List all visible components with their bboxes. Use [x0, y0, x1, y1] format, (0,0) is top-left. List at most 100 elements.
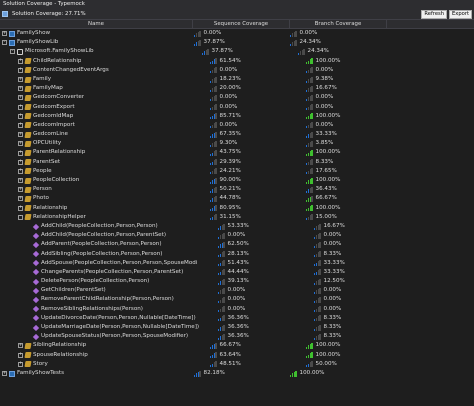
sequence-coverage-bar-icon — [218, 306, 225, 313]
collapse-icon[interactable]: - — [18, 215, 23, 220]
tree-row[interactable]: AddChild(PeopleCollection,Person,ParentS… — [0, 231, 474, 240]
sequence-coverage-value: 61.54% — [219, 57, 241, 64]
sequence-coverage-bar-icon — [210, 58, 217, 65]
expand-icon[interactable]: + — [18, 150, 23, 156]
tree-row[interactable]: + FamilyMap 20.00% 16.67% — [0, 84, 474, 93]
tree-row[interactable]: AddSibling(PeopleCollection,Person,Perso… — [0, 250, 474, 259]
tree-row-label: AddParent(PeopleCollection,Person,Person… — [41, 241, 162, 248]
tree-row[interactable]: + GedcomLine 67.35% 33.33% — [0, 130, 474, 139]
export-button[interactable]: Export — [449, 10, 472, 19]
tree-row[interactable]: + PeopleCollection 90.00% 100.00% — [0, 176, 474, 185]
tree-row[interactable]: + GedcomImport 0.00% 0.00% — [0, 121, 474, 130]
tree-row[interactable]: UpdateSpouseStatus(Person,Person,SpouseM… — [0, 332, 474, 341]
tree-row[interactable]: + FamilyShow 0.00% 0.00% — [0, 29, 474, 38]
expand-icon[interactable]: + — [18, 77, 23, 83]
expand-icon[interactable]: + — [18, 196, 23, 202]
branch-coverage-cell: 8.33% — [314, 323, 410, 332]
expand-icon[interactable]: + — [18, 104, 23, 110]
sequence-coverage-bar-icon — [210, 361, 217, 368]
tree-row[interactable]: + FamilyShowTests 82.18% 100.00% — [0, 369, 474, 378]
branch-coverage-value: 36.43% — [315, 186, 337, 193]
tree-row[interactable]: RemoveParentChildRelationship(Person,Per… — [0, 295, 474, 304]
tree-row[interactable]: AddSpouse(PeopleCollection,Person,Person… — [0, 259, 474, 268]
tree-row[interactable]: + Photo 44.78% 66.67% — [0, 194, 474, 203]
expand-icon[interactable]: + — [18, 362, 23, 367]
sequence-coverage-value: 53.33% — [227, 222, 249, 229]
tree-row[interactable]: + ContentChangedEventArgs 0.00% 0.00% — [0, 66, 474, 75]
expand-icon[interactable]: + — [18, 187, 23, 193]
expand-icon[interactable]: + — [18, 58, 23, 64]
sequence-coverage-cell: 0.00% — [218, 231, 314, 240]
expand-icon[interactable]: + — [18, 205, 23, 211]
tree-row[interactable]: + ParentSet 29.39% 8.33% — [0, 158, 474, 167]
tree-row[interactable]: + Relationship 80.95% 100.00% — [0, 204, 474, 213]
collapse-icon[interactable]: - — [10, 49, 15, 55]
expand-icon[interactable]: + — [2, 371, 7, 377]
tree-row[interactable]: + SiblingRelationship 66.67% 100.00% — [0, 341, 474, 350]
branch-coverage-value: 100.00% — [315, 351, 341, 358]
sequence-coverage-value: 0.00% — [219, 103, 238, 110]
tree-row[interactable]: DeletePerson(PeopleCollection,Person) 39.… — [0, 277, 474, 286]
tree-row[interactable]: AddParent(PeopleCollection,Person,Person… — [0, 240, 474, 249]
expand-icon[interactable]: + — [18, 95, 23, 101]
expand-icon[interactable]: + — [18, 169, 23, 174]
tree-row[interactable]: + Story 48.51% 50.00% — [0, 360, 474, 369]
branch-coverage-bar-icon — [306, 168, 313, 175]
tree-row[interactable]: + GedcomConverter 0.00% 0.00% — [0, 93, 474, 102]
expand-icon[interactable]: + — [2, 31, 7, 37]
expand-icon[interactable]: + — [18, 132, 23, 138]
tree-row[interactable]: + ChildRelationship 61.54% 100.00% — [0, 57, 474, 66]
tree-row-label: DeletePerson(PeopleCollection,Person) — [41, 278, 150, 285]
column-header-sequence[interactable]: Sequence Coverage — [193, 20, 290, 28]
tree-row[interactable]: UpdateMarriageDate(Person,Person,Nullabl… — [0, 323, 474, 332]
tree-row[interactable]: ChangeParents(PeopleCollection,Person,Pa… — [0, 268, 474, 277]
branch-coverage-value: 100.00% — [315, 204, 341, 211]
sequence-coverage-cell: 90.00% — [210, 176, 306, 185]
expand-icon[interactable]: + — [18, 86, 23, 92]
class-icon — [24, 67, 32, 74]
class-icon — [24, 122, 32, 129]
tree-row[interactable]: + ParentRelationship 43.75% 100.00% — [0, 148, 474, 157]
expand-icon[interactable]: + — [18, 141, 23, 147]
tree-row[interactable]: + Person 50.21% 36.43% — [0, 185, 474, 194]
sequence-coverage-value: 36.36% — [227, 333, 249, 340]
tree-row[interactable]: - FamilyShowLib 37.87% 24.34% — [0, 38, 474, 47]
branch-coverage-value: 100.00% — [315, 112, 341, 119]
sequence-coverage-bar-icon — [210, 352, 217, 359]
expand-icon[interactable]: + — [18, 68, 23, 73]
expand-icon[interactable]: + — [18, 178, 23, 184]
tree-row-label: AddSpouse(PeopleCollection,Person,Person… — [41, 259, 198, 266]
expand-icon[interactable]: + — [18, 352, 23, 358]
collapse-icon[interactable]: - — [2, 40, 7, 46]
refresh-button[interactable]: Refresh — [421, 10, 448, 19]
branch-coverage-value: 100.00% — [315, 57, 341, 64]
tree-row[interactable]: + People 24.21% 17.65% — [0, 167, 474, 176]
column-header-branch[interactable]: Branch Coverage — [290, 20, 387, 28]
tree-row[interactable]: + Family 18.23% 9.38% — [0, 75, 474, 84]
sequence-coverage-cell: 31.15% — [210, 213, 306, 222]
tree-row[interactable]: - Microsoft.FamilyShowLib 37.87% 24.34% — [0, 47, 474, 56]
branch-coverage-bar-icon — [290, 39, 297, 46]
tree-row[interactable]: GetChildren(ParentSet) 0.00% 0.00% — [0, 286, 474, 295]
tree-row[interactable]: - RelationshipHelper 31.15% 15.00% — [0, 213, 474, 222]
expand-icon[interactable]: + — [18, 159, 23, 165]
column-header-name[interactable]: Name — [0, 20, 193, 28]
branch-coverage-bar-icon — [314, 260, 321, 267]
sequence-coverage-bar-icon — [210, 67, 217, 74]
tree-row[interactable]: + OPCUtility 9.30% 3.85% — [0, 139, 474, 148]
expand-icon[interactable]: + — [18, 113, 23, 119]
tree-row[interactable]: UpdateDivorceDate(Person,Person,Nullable… — [0, 314, 474, 323]
expand-icon[interactable]: + — [18, 343, 23, 349]
tree-row[interactable]: AddChild(PeopleCollection,Person,Person)… — [0, 222, 474, 231]
tree-row[interactable]: + SpouseRelationship 63.64% 100.00% — [0, 351, 474, 360]
tree-row-name-cell: + Relationship — [0, 204, 210, 213]
class-icon — [24, 361, 32, 368]
branch-coverage-value: 0.00% — [323, 241, 342, 248]
class-icon — [24, 205, 32, 212]
tree-row[interactable]: + GedcomIdMap 85.71% 100.00% — [0, 112, 474, 121]
tree-row[interactable]: RemoveSiblingRelationships(Person) 0.00% 0… — [0, 305, 474, 314]
expand-icon[interactable]: + — [18, 123, 23, 128]
sequence-coverage-bar-icon — [218, 333, 225, 340]
branch-coverage-value: 100.00% — [315, 342, 341, 349]
tree-row[interactable]: + GedcomExport 0.00% 0.00% — [0, 103, 474, 112]
